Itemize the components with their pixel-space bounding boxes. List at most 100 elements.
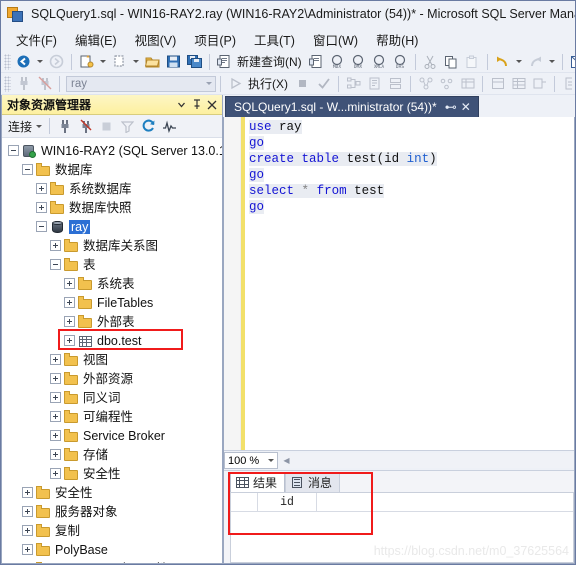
- chevron-down-icon[interactable]: [206, 82, 212, 85]
- expand-icon[interactable]: [50, 468, 61, 479]
- close-icon[interactable]: ✕: [459, 100, 473, 114]
- expand-icon[interactable]: [50, 449, 61, 460]
- pin-icon[interactable]: [189, 97, 204, 112]
- expand-icon[interactable]: [50, 392, 61, 403]
- save-all-icon[interactable]: [184, 52, 205, 71]
- undo-icon[interactable]: [492, 52, 513, 71]
- expand-icon[interactable]: [64, 297, 75, 308]
- mdx-query-icon[interactable]: MDX: [327, 52, 348, 71]
- results-grid[interactable]: id: [230, 492, 574, 563]
- cut-icon[interactable]: [420, 52, 441, 71]
- new-query-label[interactable]: 新建查询(N): [235, 53, 306, 70]
- tree-node[interactable]: 外部表: [2, 312, 222, 331]
- tree-node[interactable]: dbo.test: [2, 331, 222, 350]
- new-item-icon[interactable]: [109, 52, 130, 71]
- navigate-back-dropdown-icon[interactable]: [37, 60, 43, 63]
- tree-node[interactable]: Service Broker: [2, 426, 222, 445]
- connect-icon[interactable]: [13, 74, 34, 93]
- menu-file[interactable]: 文件(F): [7, 28, 66, 51]
- connect-label[interactable]: 连接: [6, 118, 33, 135]
- navigate-forward-icon[interactable]: [46, 52, 67, 71]
- results-to-file-icon[interactable]: [487, 74, 508, 93]
- query-toolbar-grip[interactable]: [4, 75, 11, 92]
- menu-view[interactable]: 视图(V): [126, 28, 186, 51]
- execute-label[interactable]: 执行(X): [246, 75, 292, 92]
- display-estimated-plan-icon[interactable]: [343, 74, 364, 93]
- analysis-services-query-icon[interactable]: [306, 52, 327, 71]
- window-layout-icon[interactable]: [567, 52, 575, 71]
- xmla-query-icon[interactable]: XMLA: [369, 52, 390, 71]
- expand-icon[interactable]: [50, 373, 61, 384]
- pin-icon[interactable]: ⊷: [443, 100, 459, 114]
- expand-icon[interactable]: [22, 525, 33, 536]
- tree-node[interactable]: 复制: [2, 521, 222, 540]
- expand-icon[interactable]: [22, 487, 33, 498]
- expand-icon[interactable]: [50, 354, 61, 365]
- stop-icon[interactable]: [96, 117, 117, 136]
- tree-node[interactable]: FileTables: [2, 293, 222, 312]
- new-project-dropdown-icon[interactable]: [100, 60, 106, 63]
- scroll-left-icon[interactable]: ◀: [280, 454, 293, 467]
- expand-icon[interactable]: [36, 202, 47, 213]
- disconnect-icon[interactable]: [34, 74, 55, 93]
- tree-node[interactable]: 数据库快照: [2, 198, 222, 217]
- tree-node[interactable]: 安全性: [2, 464, 222, 483]
- das-query-icon[interactable]: DAS: [390, 52, 411, 71]
- refresh-icon[interactable]: [138, 117, 159, 136]
- tree-node[interactable]: 外部资源: [2, 369, 222, 388]
- stop-icon[interactable]: [292, 74, 313, 93]
- expand-icon[interactable]: [50, 411, 61, 422]
- include-client-statistics-icon[interactable]: [415, 74, 436, 93]
- include-actual-plan-icon[interactable]: [385, 74, 406, 93]
- expand-icon[interactable]: [50, 430, 61, 441]
- new-query-icon[interactable]: [214, 52, 235, 71]
- expand-icon[interactable]: [36, 183, 47, 194]
- dmx-query-icon[interactable]: DMX: [348, 52, 369, 71]
- disconnect-icon[interactable]: [75, 117, 96, 136]
- parse-icon[interactable]: [313, 74, 334, 93]
- results-to-grid-icon[interactable]: [457, 74, 478, 93]
- tree-node[interactable]: PolyBase: [2, 540, 222, 559]
- undo-dropdown-icon[interactable]: [515, 60, 522, 63]
- tree-node[interactable]: 系统表: [2, 274, 222, 293]
- new-project-icon[interactable]: [76, 52, 97, 71]
- tree-node[interactable]: 安全性: [2, 483, 222, 502]
- zoom-level-combo[interactable]: 100 %: [224, 452, 278, 469]
- tree-node[interactable]: WIN16-RAY2 (SQL Server 13.0.1601: [2, 141, 222, 160]
- connect-dropdown-icon[interactable]: [36, 124, 43, 128]
- close-icon[interactable]: [204, 97, 219, 112]
- expand-icon[interactable]: [22, 506, 33, 517]
- menu-help[interactable]: 帮助(H): [367, 28, 427, 51]
- tree-node[interactable]: 表: [2, 255, 222, 274]
- panel-menu-icon[interactable]: [174, 97, 189, 112]
- tree-node[interactable]: 数据库关系图: [2, 236, 222, 255]
- object-explorer-tree[interactable]: WIN16-RAY2 (SQL Server 13.0.1601 数据库系统数据库…: [2, 138, 222, 563]
- navigate-back-icon[interactable]: [13, 52, 34, 71]
- redo-dropdown-icon[interactable]: [548, 60, 555, 63]
- tab-messages[interactable]: 消息: [285, 472, 341, 492]
- tree-node[interactable]: 数据库: [2, 160, 222, 179]
- tree-node[interactable]: 同义词: [2, 388, 222, 407]
- sql-editor[interactable]: use ray go create table test(id int) go sele…: [224, 117, 574, 450]
- expand-icon[interactable]: [64, 278, 75, 289]
- results-pane-icon[interactable]: [529, 74, 550, 93]
- chevron-down-icon[interactable]: [268, 459, 274, 462]
- new-item-dropdown-icon[interactable]: [133, 60, 139, 63]
- document-tab-sqlquery1[interactable]: SQLQuery1.sql - W...ministrator (54))* ⊷…: [225, 96, 479, 117]
- expand-icon[interactable]: [22, 544, 33, 555]
- toolbar-grip[interactable]: [4, 53, 11, 70]
- results-to-text-icon[interactable]: [436, 74, 457, 93]
- database-combo[interactable]: ray: [66, 75, 216, 92]
- tree-node[interactable]: ray: [2, 217, 222, 236]
- query-options-icon[interactable]: [364, 74, 385, 93]
- collapse-icon[interactable]: [50, 259, 61, 270]
- filter-icon[interactable]: [117, 117, 138, 136]
- tree-node[interactable]: 视图: [2, 350, 222, 369]
- grid-column-header-id[interactable]: id: [258, 493, 317, 511]
- connect-icon[interactable]: [54, 117, 75, 136]
- tree-node[interactable]: 存储: [2, 445, 222, 464]
- redo-icon[interactable]: [525, 52, 546, 71]
- expand-icon[interactable]: [64, 335, 75, 346]
- tab-results[interactable]: 结果: [230, 472, 286, 492]
- collapse-icon[interactable]: [22, 164, 33, 175]
